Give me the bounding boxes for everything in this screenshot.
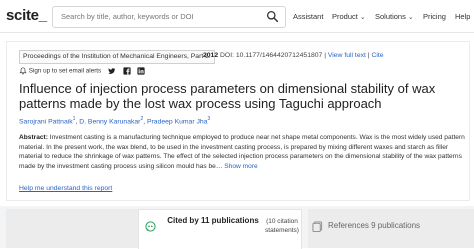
author-link[interactable]: D. Benny Karunakar bbox=[79, 118, 140, 125]
top-bar: scite_ Assistant Product⌄ Solutions⌄ Pri… bbox=[0, 0, 474, 33]
bell-icon[interactable] bbox=[19, 67, 27, 75]
search-box[interactable] bbox=[52, 6, 286, 28]
abstract-label: Abstract: bbox=[19, 134, 48, 141]
references-label: References 9 publications bbox=[328, 221, 421, 230]
nav-help[interactable]: Help bbox=[455, 12, 470, 21]
year: 2012 bbox=[203, 52, 219, 59]
linkedin-icon[interactable] bbox=[137, 67, 146, 75]
cited-by-label: Cited by 11 publications bbox=[167, 216, 259, 225]
tab-cited-by[interactable]: Cited by 11 publications (10 citation st… bbox=[138, 209, 302, 249]
tab-references[interactable]: References 9 publications bbox=[308, 209, 474, 248]
nav-solutions[interactable]: Solutions ⌄ bbox=[375, 12, 414, 21]
chevron-down-icon: ⌄ bbox=[407, 14, 414, 21]
facebook-icon[interactable] bbox=[123, 67, 131, 75]
show-more-link[interactable]: Show more bbox=[224, 163, 257, 170]
twitter-icon[interactable] bbox=[108, 67, 116, 75]
view-full-text-link[interactable]: View full text bbox=[328, 52, 366, 59]
author-list: Sarojrani Pattnaik1, D. Benny Karunakar2… bbox=[19, 116, 211, 126]
journal-badge[interactable]: Proceedings of the Institution of Mechan… bbox=[19, 50, 215, 64]
author-link[interactable]: Pradeep Kumar Jha bbox=[147, 118, 207, 125]
references-icon bbox=[312, 221, 323, 232]
chevron-down-icon: ⌄ bbox=[359, 14, 366, 21]
email-alerts-link[interactable]: Sign up to set email alerts bbox=[29, 68, 101, 75]
paper-meta: 2012 DOI: 10.1177/1464420712451807 | Vie… bbox=[203, 52, 384, 59]
citation-statements-count: (10 citation statements) bbox=[265, 218, 299, 234]
alerts-row: Sign up to set email alerts bbox=[19, 67, 146, 75]
nav-assistant[interactable]: Assistant bbox=[293, 12, 323, 21]
abstract: Abstract: Investment casting is a manufa… bbox=[19, 133, 465, 171]
paper-panel: Proceedings of the Institution of Mechan… bbox=[6, 41, 470, 201]
scite-logo[interactable]: scite_ bbox=[6, 7, 47, 24]
cite-link[interactable]: Cite bbox=[371, 52, 383, 59]
author-link[interactable]: Sarojrani Pattnaik bbox=[19, 118, 73, 125]
nav-product[interactable]: Product ⌄ bbox=[332, 12, 366, 21]
nav-pricing[interactable]: Pricing bbox=[423, 12, 446, 21]
quote-bubble-icon bbox=[145, 221, 156, 232]
help-understand-link[interactable]: Help me understand this report bbox=[19, 185, 112, 192]
paper-title: Influence of injection process parameter… bbox=[19, 81, 436, 111]
doi[interactable]: DOI: 10.1177/1464420712451807 bbox=[220, 52, 322, 59]
search-input[interactable] bbox=[61, 9, 257, 23]
search-icon[interactable] bbox=[266, 10, 279, 23]
